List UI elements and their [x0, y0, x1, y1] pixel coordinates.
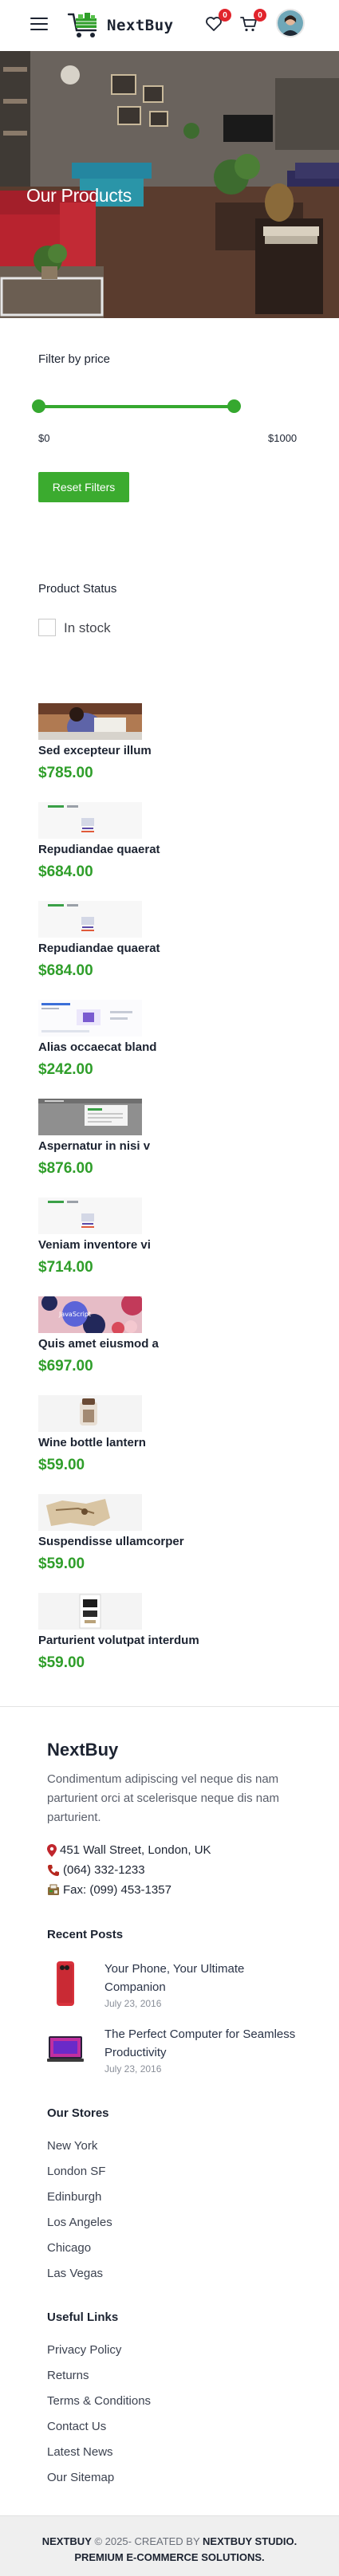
- post-date: July 23, 2016: [104, 2063, 162, 2075]
- product-image[interactable]: [38, 1395, 142, 1432]
- copyright-middle: © 2025- CREATED BY: [91, 2535, 203, 2547]
- product-price: $697.00: [38, 1358, 93, 1375]
- product-name[interactable]: Quis amet eiusmod a: [38, 1337, 159, 1351]
- svg-text:JavaScript: JavaScript: [58, 1311, 91, 1318]
- store-link[interactable]: New York: [47, 2139, 97, 2153]
- post-thumbnail-phone[interactable]: [47, 1960, 84, 2008]
- product-name[interactable]: Repudiandae quaerat: [38, 942, 160, 955]
- hamburger-menu-icon[interactable]: [30, 18, 48, 30]
- price-slider-max-handle[interactable]: [227, 399, 241, 413]
- location-pin-icon: [47, 1843, 57, 1857]
- product-status-title: Product Status: [38, 582, 117, 596]
- product-name[interactable]: Aspernatur in nisi v: [38, 1139, 150, 1153]
- avatar-image: [278, 10, 303, 36]
- in-stock-label[interactable]: In stock: [64, 620, 111, 636]
- wishlist-count-badge: 0: [219, 9, 231, 22]
- useful-link[interactable]: Returns: [47, 2369, 89, 2382]
- user-avatar[interactable]: [276, 9, 305, 37]
- useful-links-heading: Useful Links: [47, 2311, 119, 2324]
- logo-cart-icon: [67, 13, 97, 37]
- price-slider-track[interactable]: [38, 405, 235, 408]
- brand-name: NextBuy: [107, 17, 174, 34]
- product-image[interactable]: [38, 1198, 142, 1234]
- copyright-studio[interactable]: NEXTBUY STUDIO.: [203, 2535, 297, 2547]
- price-filter-title: Filter by price: [38, 352, 111, 366]
- cart-button[interactable]: 0: [239, 9, 266, 35]
- store-link[interactable]: Chicago: [47, 2241, 91, 2255]
- product-image[interactable]: [38, 1593, 142, 1630]
- store-link[interactable]: Las Vegas: [47, 2267, 103, 2280]
- product-name[interactable]: Wine bottle lantern: [38, 1436, 146, 1449]
- product-price: $59.00: [38, 1555, 85, 1572]
- useful-link[interactable]: Privacy Policy: [47, 2343, 121, 2357]
- store-link[interactable]: Edinburgh: [47, 2190, 101, 2204]
- useful-link[interactable]: Terms & Conditions: [47, 2394, 151, 2408]
- store-link[interactable]: London SF: [47, 2165, 105, 2178]
- product-image[interactable]: [38, 901, 142, 938]
- useful-link[interactable]: Contact Us: [47, 2420, 106, 2433]
- useful-link[interactable]: Latest News: [47, 2445, 113, 2459]
- footer-address: 451 Wall Street, London, UK: [47, 1843, 211, 1857]
- price-min-label: $0: [38, 432, 50, 444]
- post-date: July 23, 2016: [104, 1998, 162, 2009]
- product-name[interactable]: Parturient volutpat interdum: [38, 1634, 199, 1647]
- reset-filters-button[interactable]: Reset Filters: [38, 472, 129, 502]
- product-price: $785.00: [38, 765, 93, 781]
- product-price: $684.00: [38, 863, 93, 880]
- product-price: $242.00: [38, 1061, 93, 1078]
- useful-link[interactable]: Our Sitemap: [47, 2471, 114, 2484]
- footer-fax: Fax: (099) 453-1357: [47, 1883, 171, 1897]
- product-image[interactable]: [38, 1099, 142, 1135]
- price-max-label: $1000: [268, 432, 298, 444]
- recent-post[interactable]: Your Phone, Your Ultimate Companion July…: [47, 1960, 302, 2009]
- product-price: $876.00: [38, 1160, 93, 1177]
- product-name[interactable]: Repudiandae quaerat: [38, 843, 160, 856]
- product-price: $684.00: [38, 962, 93, 979]
- copyright-brand[interactable]: NEXTBUY: [42, 2535, 92, 2547]
- product-image[interactable]: [38, 703, 142, 740]
- product-price: $59.00: [38, 1457, 85, 1473]
- product-name[interactable]: Suspendisse ullamcorper: [38, 1535, 184, 1548]
- hero-banner: Our Products: [0, 51, 339, 318]
- footer-description: Condimentum adipiscing vel neque dis nam…: [47, 1772, 279, 1824]
- footer-brand: NextBuy: [47, 1740, 119, 1760]
- product-name[interactable]: Veniam inventore vi: [38, 1238, 151, 1252]
- site-logo[interactable]: NextBuy: [67, 10, 174, 41]
- phone-icon: [48, 1864, 59, 1876]
- store-link[interactable]: Los Angeles: [47, 2216, 112, 2229]
- page-title: Our Products: [26, 185, 132, 206]
- phone-text: (064) 332-1233: [63, 1863, 145, 1877]
- fax-text: Fax: (099) 453-1357: [63, 1883, 171, 1897]
- product-image[interactable]: [38, 1000, 142, 1036]
- footer-divider: [0, 1706, 339, 1707]
- product-image[interactable]: [38, 1494, 142, 1531]
- our-stores-heading: Our Stores: [47, 2106, 109, 2120]
- copyright-text: NEXTBUY © 2025- CREATED BY NEXTBUY STUDI…: [0, 2534, 339, 2566]
- fax-icon: [48, 1884, 59, 1895]
- product-price: $59.00: [38, 1654, 85, 1671]
- product-price: $714.00: [38, 1259, 93, 1276]
- post-thumbnail-laptop[interactable]: [47, 2025, 84, 2073]
- post-title[interactable]: Your Phone, Your Ultimate Companion: [104, 1960, 296, 1996]
- price-slider-min-handle[interactable]: [32, 399, 45, 413]
- copyright-bar: NEXTBUY © 2025- CREATED BY NEXTBUY STUDI…: [0, 2515, 339, 2576]
- wishlist-button[interactable]: 0: [204, 9, 231, 35]
- product-name[interactable]: Alias occaecat bland: [38, 1040, 156, 1054]
- product-image[interactable]: JavaScript: [38, 1296, 142, 1333]
- post-title[interactable]: The Perfect Computer for Seamless Produc…: [104, 2025, 296, 2062]
- cart-count-badge: 0: [254, 9, 266, 22]
- footer-phone[interactable]: (064) 332-1233: [47, 1863, 145, 1877]
- in-stock-checkbox[interactable]: [38, 619, 56, 636]
- copyright-tagline: PREMIUM E-COMMERCE SOLUTIONS.: [74, 2551, 265, 2563]
- recent-posts-heading: Recent Posts: [47, 1928, 124, 1941]
- site-header: NextBuy 0 0: [0, 0, 339, 51]
- address-text: 451 Wall Street, London, UK: [60, 1843, 211, 1857]
- recent-post[interactable]: The Perfect Computer for Seamless Produc…: [47, 2025, 302, 2075]
- product-image[interactable]: [38, 802, 142, 839]
- product-name[interactable]: Sed excepteur illum: [38, 744, 152, 757]
